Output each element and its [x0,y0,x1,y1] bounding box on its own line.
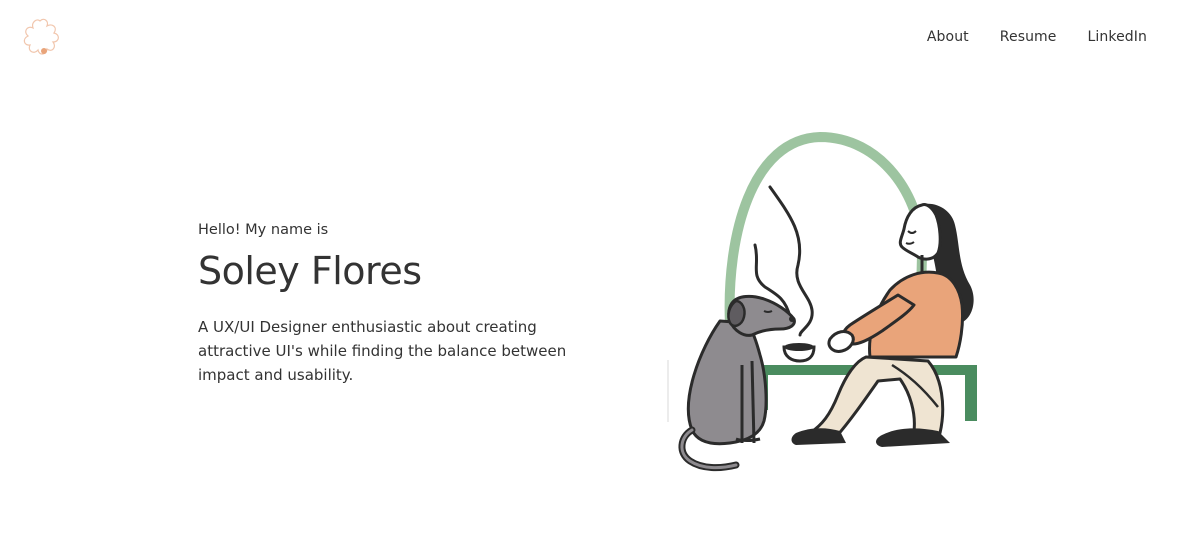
hero-name: Soley Flores [198,249,422,293]
woman-with-dog-illustration [660,125,990,480]
flower-logo-icon[interactable] [18,15,62,59]
hero-bio: A UX/UI Designer enthusiastic about crea… [198,318,567,384]
nav-about-link[interactable]: About [927,29,969,45]
nav-resume-link[interactable]: Resume [1000,29,1057,45]
main-nav: About Resume LinkedIn [927,29,1147,45]
hero-intro: Hello! My name is Soley Flores A UX/UI D… [198,220,618,387]
hero-greeting: Hello! My name is [198,222,329,238]
nav-linkedin-link[interactable]: LinkedIn [1088,29,1147,45]
page: About Resume LinkedIn Hello! My name is … [0,0,1178,549]
